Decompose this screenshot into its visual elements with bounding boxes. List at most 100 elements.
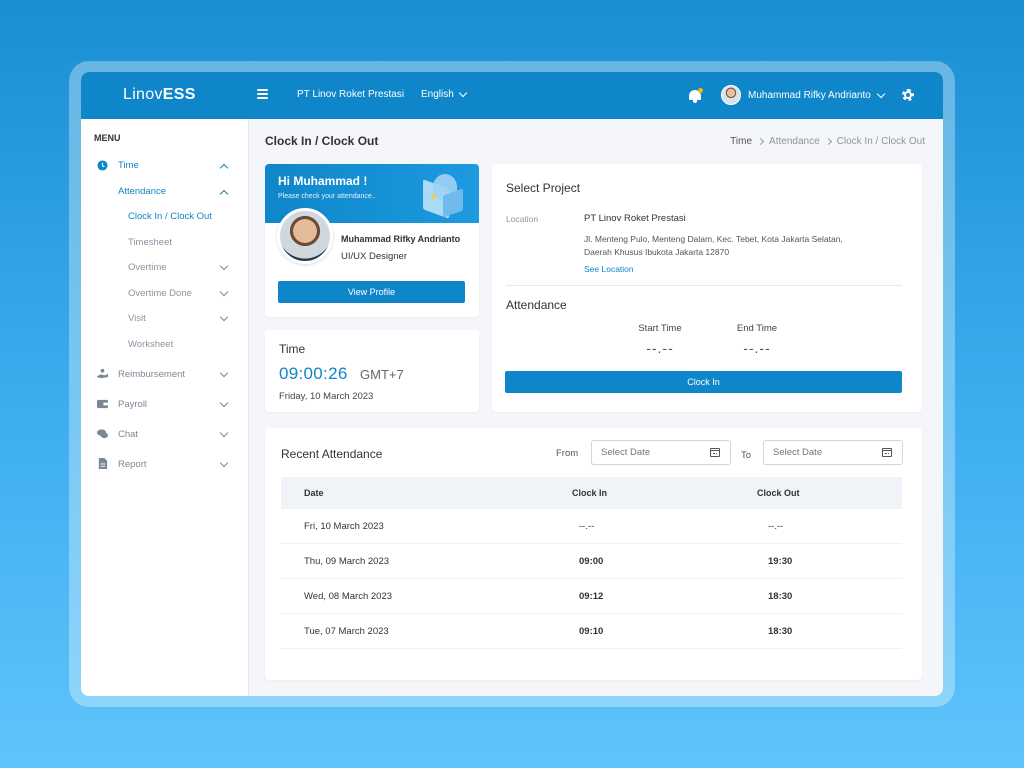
table-row[interactable]: Fri, 10 March 2023 --.-- --.-- xyxy=(281,509,902,544)
timezone: GMT+7 xyxy=(360,367,404,382)
end-time: End Time --.-- xyxy=(722,323,792,356)
sidebar-item-label: Chat xyxy=(118,429,139,440)
sidebar-item-label: Attendance xyxy=(118,186,167,197)
chevron-down-icon xyxy=(219,287,229,297)
menu-title: MENU xyxy=(94,133,121,143)
row-date: Tue, 07 March 2023 xyxy=(304,626,389,637)
logo-light-text: Linov xyxy=(123,86,163,103)
row-clock-in: --.-- xyxy=(579,521,595,532)
chevron-down-icon xyxy=(219,368,229,378)
table-row[interactable]: Wed, 08 March 2023 09:12 18:30 xyxy=(281,579,902,614)
profile-role: UI/UX Designer xyxy=(341,251,407,262)
document-icon xyxy=(98,458,108,469)
location-name: PT Linov Roket Prestasi xyxy=(584,213,686,224)
sidebar-item-label: Report xyxy=(118,459,147,470)
row-clock-in: 09:00 xyxy=(579,556,604,567)
column-header-date: Date xyxy=(304,488,324,498)
chevron-down-icon xyxy=(219,458,229,468)
sidebar-item-label: Worksheet xyxy=(128,339,174,350)
sidebar-item-label: Overtime xyxy=(128,262,167,273)
page-title: Clock In / Clock Out xyxy=(265,134,379,148)
app-logo[interactable]: LinovESS xyxy=(123,86,196,104)
company-selector[interactable]: PT Linov Roket Prestasi xyxy=(297,89,404,100)
chat-icon xyxy=(97,429,108,439)
table-header: Date Clock In Clock Out xyxy=(281,477,902,509)
chevron-down-icon xyxy=(219,428,229,438)
end-time-label: End Time xyxy=(736,323,778,334)
recent-attendance-card: Recent Attendance From To Date Clock In … xyxy=(265,428,922,680)
clock-icon xyxy=(97,160,108,171)
app-window: LinovESS PT Linov Roket Prestasi English… xyxy=(81,72,943,696)
row-clock-out: 18:30 xyxy=(768,591,793,602)
language-selector[interactable]: English xyxy=(421,88,468,100)
row-clock-out: 19:30 xyxy=(768,556,793,567)
calendar-icon[interactable] xyxy=(710,448,720,457)
profile-card: Hi Muhammad ! Please check your attendan… xyxy=(265,164,479,317)
table-row[interactable]: Thu, 09 March 2023 09:00 19:30 xyxy=(281,544,902,579)
row-clock-out: --.-- xyxy=(768,521,784,532)
sidebar-item-label: Visit xyxy=(128,313,146,324)
chevron-down-icon xyxy=(876,89,886,98)
view-profile-button[interactable]: View Profile xyxy=(278,281,465,303)
sidebar: MENU Time Attendance Clock In / Clock Ou… xyxy=(81,119,249,696)
start-time-label: Start Time xyxy=(638,323,682,334)
calendar-icon[interactable] xyxy=(882,448,892,457)
user-name: Muhammad Rifky Andrianto xyxy=(748,89,871,101)
from-label: From xyxy=(556,448,579,459)
breadcrumb-item: Clock In / Clock Out xyxy=(836,136,925,147)
breadcrumb-item[interactable]: Attendance xyxy=(769,136,820,147)
chevron-right-icon xyxy=(824,137,832,146)
chevron-up-icon xyxy=(219,163,229,173)
chevron-down-icon xyxy=(219,312,229,322)
user-menu[interactable]: Muhammad Rifky Andrianto xyxy=(721,85,886,105)
user-avatar xyxy=(721,85,741,105)
top-bar: LinovESS PT Linov Roket Prestasi English… xyxy=(81,72,943,119)
hamburger-menu-icon[interactable] xyxy=(257,89,268,99)
table-row[interactable]: Tue, 07 March 2023 09:10 18:30 xyxy=(281,614,902,649)
column-header-clock-out: Clock Out xyxy=(757,488,800,498)
start-time-value: --.-- xyxy=(646,340,674,356)
chevron-right-icon xyxy=(756,137,765,146)
time-title: Time xyxy=(279,342,306,356)
current-time: 09:00:26 xyxy=(279,364,348,383)
wallet-icon xyxy=(97,399,108,409)
row-clock-out: 18:30 xyxy=(768,626,793,637)
sidebar-item-label: Timesheet xyxy=(128,237,172,248)
chevron-down-icon xyxy=(219,261,229,271)
greeting-subtitle: Please check your attendance.. xyxy=(278,193,376,200)
start-time: Start Time --.-- xyxy=(625,323,695,356)
row-clock-in: 09:12 xyxy=(579,591,604,602)
greeting-text: Hi Muhammad ! xyxy=(278,174,368,188)
current-date: Friday, 10 March 2023 xyxy=(279,391,374,402)
main-content: Clock In / Clock Out Time Attendance Clo… xyxy=(249,119,943,696)
profile-name: Muhammad Rifky Andrianto xyxy=(341,234,461,244)
select-project-title: Select Project xyxy=(506,181,581,195)
time-card: Time 09:00:26 GMT+7 Friday, 10 March 202… xyxy=(265,330,479,412)
chevron-up-icon xyxy=(219,189,229,199)
language-label: English xyxy=(421,89,454,100)
column-header-clock-in: Clock In xyxy=(572,488,608,498)
row-date: Fri, 10 March 2023 xyxy=(304,521,384,532)
project-card: Select Project Location PT Linov Roket P… xyxy=(492,164,922,412)
recent-attendance-title: Recent Attendance xyxy=(281,447,383,461)
row-clock-in: 09:10 xyxy=(579,626,604,637)
attendance-illustration xyxy=(415,170,471,220)
notification-dot xyxy=(698,88,703,93)
sidebar-item-label: Reimbursement xyxy=(118,369,186,380)
notification-bell-icon[interactable] xyxy=(688,88,703,104)
to-label: To xyxy=(741,450,752,461)
gear-icon[interactable] xyxy=(901,88,915,102)
attendance-title: Attendance xyxy=(506,298,567,312)
sidebar-item-label: Payroll xyxy=(118,399,148,410)
see-location-link[interactable]: See Location xyxy=(584,264,634,274)
sidebar-item-label: Clock In / Clock Out xyxy=(128,211,212,222)
location-label: Location xyxy=(506,214,539,224)
clock-in-button[interactable]: Clock In xyxy=(505,371,902,393)
row-date: Wed, 08 March 2023 xyxy=(304,591,393,602)
breadcrumb: Time Attendance Clock In / Clock Out xyxy=(730,136,925,147)
location-address: Jl. Menteng Pulo, Menteng Dalam, Kec. Te… xyxy=(584,234,843,257)
logo-bold-text: ESS xyxy=(162,86,196,103)
breadcrumb-item[interactable]: Time xyxy=(730,136,752,147)
end-time-value: --.-- xyxy=(743,340,771,356)
profile-avatar xyxy=(277,208,333,264)
